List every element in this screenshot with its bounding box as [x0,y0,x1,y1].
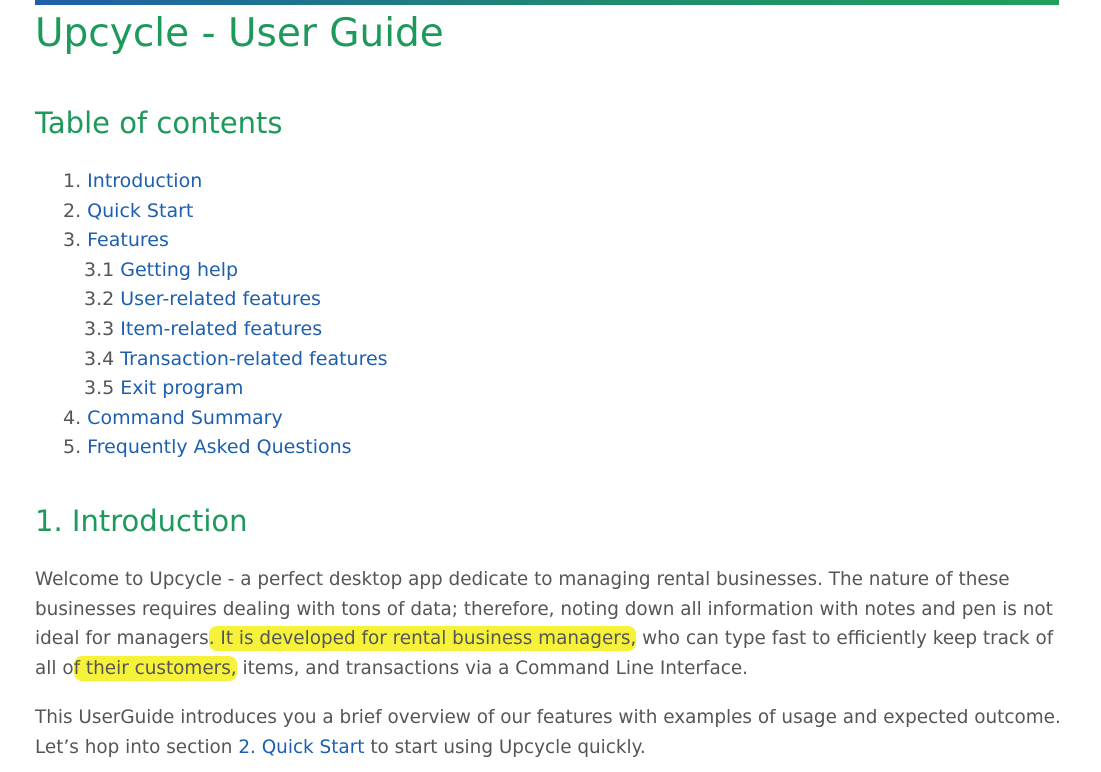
toc-number: 3.3 [84,317,121,340]
toc-link-features[interactable]: Features [87,229,169,251]
toc-number: 5. [63,436,88,459]
section-heading-introduction: 1. Introduction [35,504,248,538]
highlighted-text: f their customers, [73,655,237,681]
toc-link-transaction-related-features[interactable]: Transaction-related features [120,348,387,370]
top-accent-bar [35,0,1059,5]
toc-item-getting-help: 3.1 Getting help [63,256,388,286]
toc-link-quick-start[interactable]: Quick Start [87,200,193,222]
text-span: who can type fast to efficiently keep tr… [636,628,1054,649]
intro-paragraph-2: This UserGuide introduces you a brief ov… [35,703,1065,762]
toc-link-faq[interactable]: Frequently Asked Questions [87,436,351,458]
text-span: items, and transactions via a Command Li… [236,657,749,679]
text-span: This UserGuide introduces you a brief ov… [35,707,1061,728]
toc-item-features: 3. Features [63,226,388,256]
table-of-contents: 1. Introduction 2. Quick Start 3. Featur… [63,167,388,463]
text-span: ideal for managers [35,628,209,649]
toc-number: 3.5 [84,377,121,400]
toc-link-user-related-features[interactable]: User-related features [120,288,321,310]
toc-number: 2. [63,199,88,222]
toc-item-exit-program: 3.5 Exit program [63,374,388,404]
toc-item-quick-start: 2. Quick Start [63,197,388,227]
paragraph-line: all of their customers, items, and trans… [35,654,1065,684]
toc-link-item-related-features[interactable]: Item-related features [120,318,322,340]
toc-link-command-summary[interactable]: Command Summary [87,407,283,429]
paragraph-line: Let’s hop into section 2. Quick Start to… [35,733,1065,763]
quick-start-link[interactable]: 2. Quick Start [238,737,364,758]
toc-link-getting-help[interactable]: Getting help [120,259,238,281]
toc-item-transaction-related-features: 3.4 Transaction-related features [63,345,388,375]
toc-number: 1. [63,170,88,192]
text-span: Let’s hop into section [35,736,239,758]
toc-item-faq: 5. Frequently Asked Questions [63,433,388,463]
text-span: to start using Upcycle quickly. [364,736,646,758]
page-title: Upcycle - User Guide [35,11,444,56]
paragraph-line: ideal for managers. It is developed for … [35,624,1065,654]
toc-number: 3.1 [84,258,121,281]
toc-item-command-summary: 4. Command Summary [63,404,388,434]
toc-number: 3.2 [84,288,121,311]
text-span: all o [35,657,74,679]
highlighted-text: . It is developed for rental business ma… [208,626,637,651]
paragraph-line: Welcome to Upcycle - a perfect desktop a… [35,565,1065,595]
toc-link-introduction[interactable]: Introduction [87,170,202,192]
toc-item-item-related-features: 3.3 Item-related features [63,315,388,345]
toc-item-user-related-features: 3.2 User-related features [63,285,388,315]
text-span: businesses requires dealing with tons of… [35,598,1053,620]
toc-number: 4. [63,406,88,429]
paragraph-line: businesses requires dealing with tons of… [35,595,1065,625]
text-span: Welcome to Upcycle - a perfect desktop a… [35,569,1010,590]
toc-link-exit-program[interactable]: Exit program [120,377,243,399]
paragraph-line: This UserGuide introduces you a brief ov… [35,703,1065,733]
toc-heading: Table of contents [35,106,283,140]
toc-number: 3. [63,229,88,252]
toc-item-introduction: 1. Introduction [63,167,388,197]
toc-number: 3.4 [84,347,121,370]
intro-paragraph-1: Welcome to Upcycle - a perfect desktop a… [35,565,1065,683]
